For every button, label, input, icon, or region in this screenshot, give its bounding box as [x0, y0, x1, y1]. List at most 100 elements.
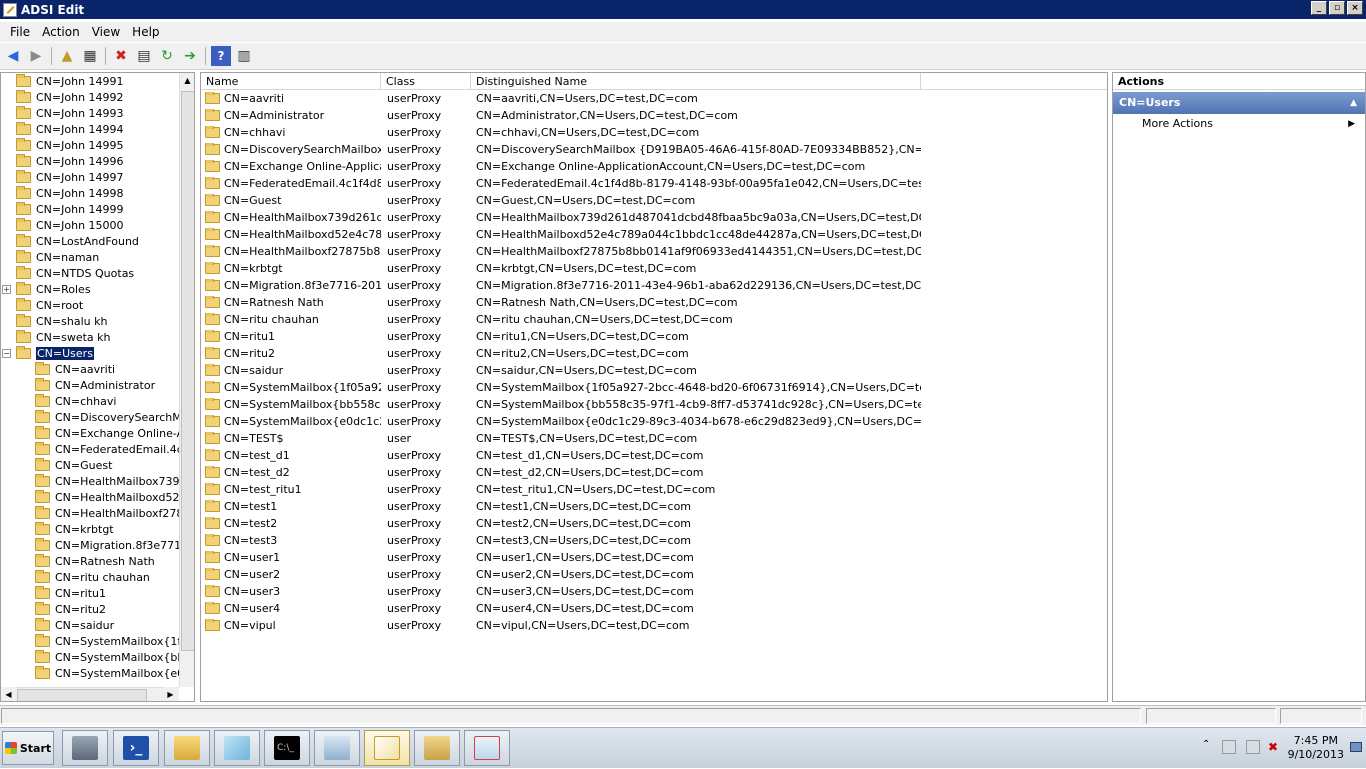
scroll-right-icon[interactable]: ▶ [163, 687, 178, 701]
clock[interactable]: 7:45 PM 9/10/2013 [1288, 734, 1344, 762]
tree-item[interactable]: CN=naman [1, 249, 179, 265]
tree-item[interactable]: CN=krbtgt [1, 521, 179, 537]
tree-item[interactable]: CN=shalu kh [1, 313, 179, 329]
list-item[interactable]: CN=ritu1 userProxy CN=ritu1,CN=Users,DC=te… [201, 328, 1107, 345]
tree-item[interactable]: CN=FederatedEmail.4c1f4 [1, 441, 179, 457]
maximize-icon[interactable]: ▫ [1329, 1, 1345, 15]
tree-item[interactable]: CN=John 14997 [1, 169, 179, 185]
help-icon[interactable]: ? [211, 46, 231, 66]
list-item[interactable]: CN=FederatedEmail.4c1f4d8... userProxy CN=… [201, 175, 1107, 192]
list-item[interactable]: CN=TEST$ user CN=TEST$,CN=Users,DC=test,DC… [201, 430, 1107, 447]
tree-item[interactable]: CN=Exchange Online-App [1, 425, 179, 441]
expand-icon[interactable]: + [2, 285, 11, 294]
properties-icon[interactable]: ▤ [134, 46, 154, 66]
tree-vertical-scrollbar[interactable]: ▲ [179, 73, 194, 687]
scroll-thumb[interactable] [181, 91, 194, 651]
list-item[interactable]: CN=DiscoverySearchMailbox ... userProxy CN… [201, 141, 1107, 158]
tree-item[interactable]: CN=Guest [1, 457, 179, 473]
list-item[interactable]: CN=test3 userProxy CN=test3,CN=Users,DC=te… [201, 532, 1107, 549]
tree-item[interactable]: CN=HealthMailboxd52e4c [1, 489, 179, 505]
show-desktop-icon[interactable] [1350, 742, 1362, 752]
scroll-thumb[interactable] [17, 689, 147, 701]
windows-explorer-icon[interactable] [164, 730, 210, 766]
list-item[interactable]: CN=SystemMailbox{e0dc1c29... userProxy CN=… [201, 413, 1107, 430]
up-folder-icon[interactable]: ▲ [57, 46, 77, 66]
tree-item[interactable]: CN=sweta kh [1, 329, 179, 345]
start-button[interactable]: Start [2, 731, 54, 765]
tree-item[interactable]: CN=ritu chauhan [1, 569, 179, 585]
back-icon[interactable]: ◀ [3, 46, 23, 66]
refresh-icon[interactable]: ↻ [157, 46, 177, 66]
command-prompt-icon[interactable]: C:\_ [264, 730, 310, 766]
tree-item[interactable]: CN=John 14995 [1, 137, 179, 153]
list-item[interactable]: CN=test1 userProxy CN=test1,CN=Users,DC=te… [201, 498, 1107, 515]
list-item[interactable]: CN=Administrator userProxy CN=Administrato… [201, 107, 1107, 124]
tree-item[interactable]: CN=Ratnesh Nath [1, 553, 179, 569]
tree-item[interactable]: CN=LostAndFound [1, 233, 179, 249]
tree-item[interactable]: CN=root [1, 297, 179, 313]
menu-file[interactable]: File [4, 25, 36, 39]
tree-item[interactable]: CN=John 14998 [1, 185, 179, 201]
show-hide-tree-icon[interactable]: ▦ [80, 46, 100, 66]
tree-item[interactable]: CN=aavriti [1, 361, 179, 377]
list-item[interactable]: CN=chhavi userProxy CN=chhavi,CN=Users,DC=… [201, 124, 1107, 141]
list-item[interactable]: CN=saidur userProxy CN=saidur,CN=Users,DC=… [201, 362, 1107, 379]
tree-item[interactable]: CN=chhavi [1, 393, 179, 409]
list-item[interactable]: CN=Guest userProxy CN=Guest,CN=Users,DC=te… [201, 192, 1107, 209]
list-item[interactable]: CN=HealthMailboxf27875b8b... userProxy CN=… [201, 243, 1107, 260]
list-item[interactable]: CN=test2 userProxy CN=test2,CN=Users,DC=te… [201, 515, 1107, 532]
more-actions-item[interactable]: More Actions ▶ [1113, 114, 1365, 134]
forward-icon[interactable]: ▶ [26, 46, 46, 66]
certificate-icon[interactable] [414, 730, 460, 766]
list-item[interactable]: CN=Ratnesh Nath userProxy CN=Ratnesh Nath,… [201, 294, 1107, 311]
menu-help[interactable]: Help [126, 25, 165, 39]
column-header-name[interactable]: Name [201, 73, 381, 89]
tree-item[interactable]: CN=ritu2 [1, 601, 179, 617]
list-item[interactable]: CN=HealthMailbox739d261d4... userProxy CN=… [201, 209, 1107, 226]
tree-item[interactable]: CN=SystemMailbox{bb558 [1, 649, 179, 665]
export-list-icon[interactable]: ➔ [180, 46, 200, 66]
tree-horizontal-scrollbar[interactable]: ◀ ▶ [1, 687, 179, 701]
volume-muted-icon[interactable]: ✖ [1268, 740, 1282, 754]
tree-item[interactable]: CN=DiscoverySearchMailb [1, 409, 179, 425]
tree-item[interactable]: CN=SystemMailbox{1f05a [1, 633, 179, 649]
ldap-icon[interactable] [464, 730, 510, 766]
list-item[interactable]: CN=user1 userProxy CN=user1,CN=Users,DC=te… [201, 549, 1107, 566]
list-item[interactable]: CN=Migration.8f3e7716-2011... userProxy CN… [201, 277, 1107, 294]
close-icon[interactable]: × [1347, 1, 1363, 15]
tree-item[interactable]: CN=John 14994 [1, 121, 179, 137]
tree-item[interactable]: CN=John 14999 [1, 201, 179, 217]
column-header-distinguished-name[interactable]: Distinguished Name [471, 73, 921, 89]
menu-action[interactable]: Action [36, 25, 86, 39]
tree-item[interactable]: CN=John 14996 [1, 153, 179, 169]
delete-icon[interactable]: ✖ [111, 46, 131, 66]
tree-item[interactable]: CN=HealthMailboxf27875 [1, 505, 179, 521]
list-item[interactable]: CN=ritu chauhan userProxy CN=ritu chauhan,… [201, 311, 1107, 328]
tree-item[interactable]: − CN=Users [1, 345, 179, 361]
tree-item[interactable]: CN=Administrator [1, 377, 179, 393]
collapse-icon[interactable]: ▲ [1350, 92, 1357, 114]
show-hidden-icons-icon[interactable]: ⌃ [1202, 739, 1216, 753]
collapse-icon[interactable]: − [2, 349, 11, 358]
list-item[interactable]: CN=test_ritu1 userProxy CN=test_ritu1,CN=U… [201, 481, 1107, 498]
scroll-up-icon[interactable]: ▲ [180, 73, 194, 89]
list-item[interactable]: CN=ritu2 userProxy CN=ritu2,CN=Users,DC=te… [201, 345, 1107, 362]
list-item[interactable]: CN=user3 userProxy CN=user3,CN=Users,DC=te… [201, 583, 1107, 600]
server-manager-icon[interactable] [62, 730, 108, 766]
tree-item[interactable]: CN=Migration.8f3e7716-2 [1, 537, 179, 553]
tree-item[interactable]: CN=saidur [1, 617, 179, 633]
tree-item[interactable]: CN=John 15000 [1, 217, 179, 233]
show-hide-action-pane-icon[interactable]: ▥ [234, 46, 254, 66]
list-item[interactable]: CN=krbtgt userProxy CN=krbtgt,CN=Users,DC=… [201, 260, 1107, 277]
tree-item[interactable]: CN=NTDS Quotas [1, 265, 179, 281]
column-header-class[interactable]: Class [381, 73, 471, 89]
list-item[interactable]: CN=SystemMailbox{bb558c3... userProxy CN=S… [201, 396, 1107, 413]
list-item[interactable]: CN=vipul userProxy CN=vipul,CN=Users,DC=te… [201, 617, 1107, 634]
tree-item[interactable]: CN=John 14992 [1, 89, 179, 105]
network-tray-icon[interactable] [1246, 740, 1260, 754]
list-item[interactable]: CN=Exchange Online-Applicat... userProxy C… [201, 158, 1107, 175]
scroll-left-icon[interactable]: ◀ [1, 687, 16, 701]
list-item[interactable]: CN=test_d2 userProxy CN=test_d2,CN=Users,D… [201, 464, 1107, 481]
list-item[interactable]: CN=user4 userProxy CN=user4,CN=Users,DC=te… [201, 600, 1107, 617]
list-item[interactable]: CN=test_d1 userProxy CN=test_d1,CN=Users,D… [201, 447, 1107, 464]
